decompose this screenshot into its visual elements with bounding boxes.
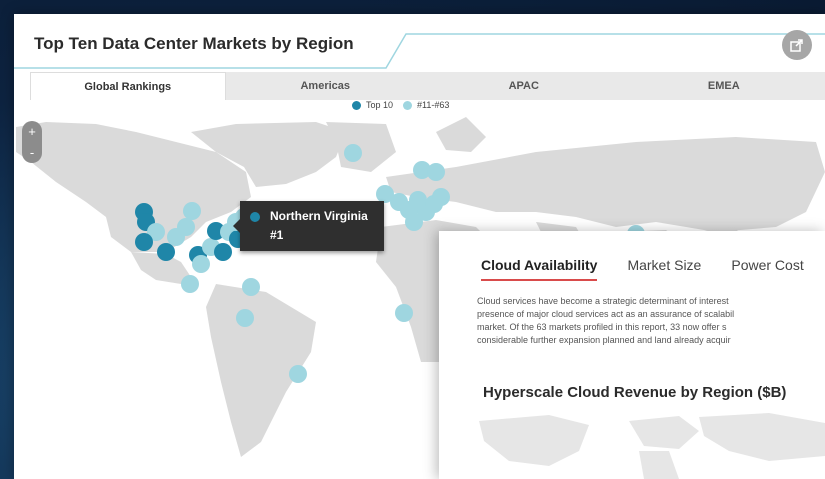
zoom-control: + -	[22, 121, 42, 163]
market-marker[interactable]	[236, 309, 254, 327]
description-line: considerable further expansion planned a…	[477, 335, 731, 345]
share-button[interactable]	[782, 30, 812, 60]
share-icon	[790, 39, 803, 52]
legend-top10-label: Top 10	[366, 100, 394, 110]
tab-emea[interactable]: EMEA	[623, 72, 825, 100]
legend-others-dot	[403, 100, 413, 110]
revenue-map	[479, 413, 825, 479]
zoom-out-button[interactable]: -	[30, 145, 34, 160]
zoom-in-button[interactable]: +	[28, 124, 36, 139]
tooltip-market-rank: #1	[270, 228, 284, 242]
tab-power-cost[interactable]: Power Cost	[731, 257, 803, 281]
card-tabs: Cloud Availability Market Size Power Cos…	[481, 257, 825, 281]
tooltip-arrow	[233, 219, 240, 233]
legend-top10-dot	[352, 100, 361, 110]
market-marker[interactable]	[432, 188, 450, 206]
market-marker[interactable]	[242, 278, 260, 296]
market-marker[interactable]	[427, 163, 445, 181]
market-marker[interactable]	[135, 233, 153, 251]
market-marker[interactable]	[405, 213, 423, 231]
card-heading: Hyperscale Cloud Revenue by Region ($B)	[483, 384, 787, 401]
market-marker[interactable]	[183, 202, 201, 220]
market-marker[interactable]	[344, 144, 362, 162]
market-marker[interactable]	[192, 255, 210, 273]
market-marker[interactable]	[395, 304, 413, 322]
map-legend: Top 10 #11-#63	[352, 100, 459, 110]
market-marker[interactable]	[289, 365, 307, 383]
region-tabs: Global Rankings Americas APAC EMEA	[30, 72, 825, 100]
description-line: market. Of the 63 markets profiled in th…	[477, 322, 727, 332]
market-marker[interactable]	[181, 275, 199, 293]
description-line: Cloud services have become a strategic d…	[477, 296, 729, 306]
tooltip-market-name: Northern Virginia	[270, 209, 368, 223]
market-marker[interactable]	[214, 243, 232, 261]
cloud-info-card: Cloud Availability Market Size Power Cos…	[439, 231, 825, 479]
tooltip-marker-dot	[250, 212, 260, 222]
panel-title: Top Ten Data Center Markets by Region	[34, 34, 354, 53]
tab-apac[interactable]: APAC	[425, 72, 623, 100]
tab-americas[interactable]: Americas	[226, 72, 426, 100]
market-marker[interactable]	[177, 218, 195, 236]
market-tooltip: Northern Virginia #1	[233, 201, 384, 251]
legend-others-label: #11-#63	[417, 100, 450, 110]
description-line: presence of major cloud services act as …	[477, 309, 735, 319]
tab-market-size[interactable]: Market Size	[627, 257, 701, 281]
card-description: Cloud services have become a strategic d…	[477, 295, 825, 347]
tab-global-rankings[interactable]: Global Rankings	[30, 72, 226, 100]
tab-cloud-availability[interactable]: Cloud Availability	[481, 257, 598, 281]
market-marker[interactable]	[157, 243, 175, 261]
